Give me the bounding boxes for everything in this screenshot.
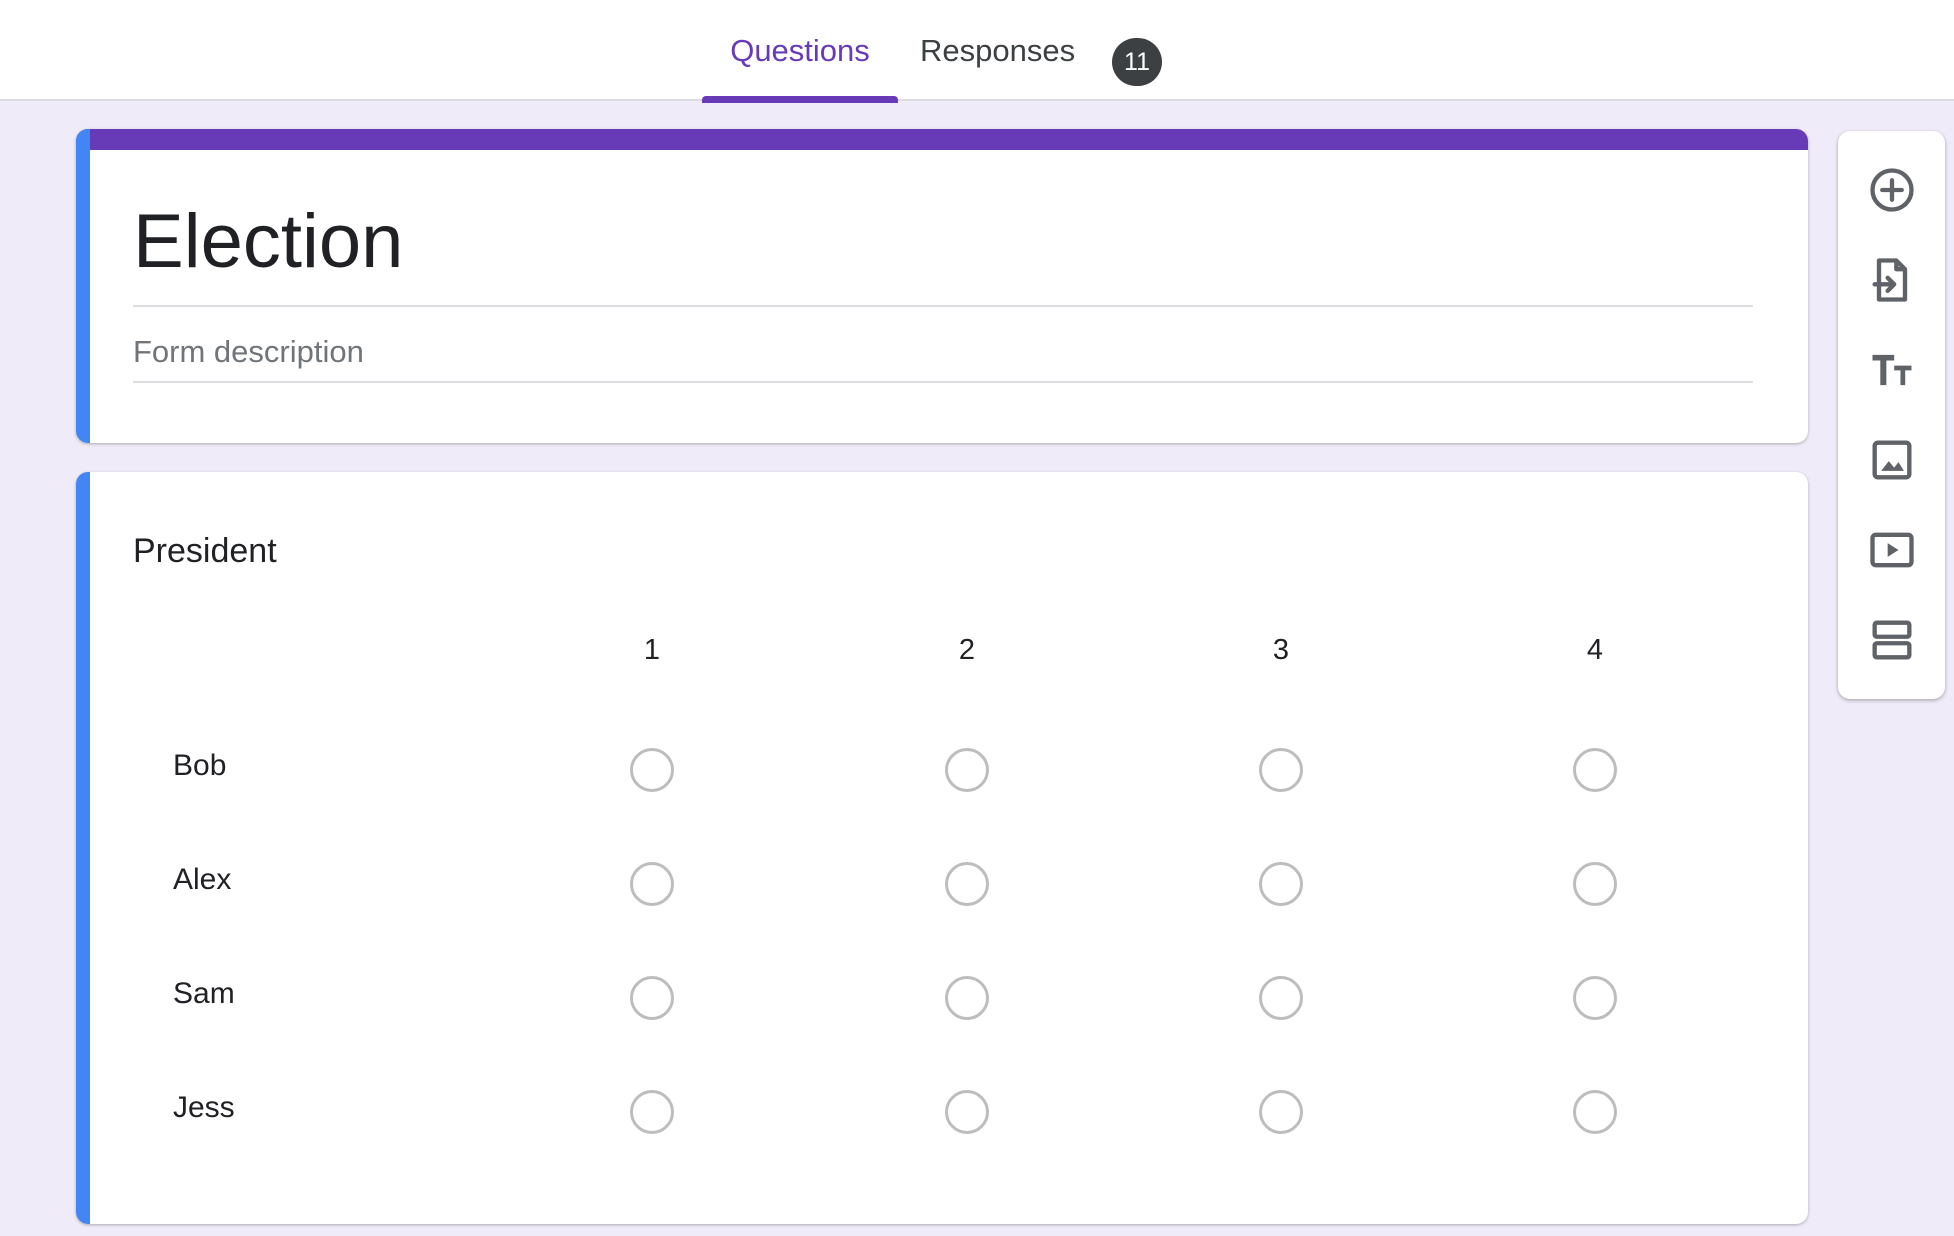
form-title[interactable]: Election: [133, 204, 403, 280]
question-title[interactable]: President: [133, 532, 277, 571]
grid-radio[interactable]: [1259, 862, 1303, 906]
grid-radio[interactable]: [1573, 862, 1617, 906]
responses-count-badge: 11: [1112, 38, 1162, 86]
grid-radio[interactable]: [1573, 976, 1617, 1020]
grid-radio[interactable]: [1259, 1090, 1303, 1134]
tab-responses-label: Responses: [920, 32, 1076, 68]
add-image-icon: [1872, 440, 1912, 480]
add-video-button[interactable]: [1857, 515, 1927, 585]
grid-radio[interactable]: [1573, 748, 1617, 792]
grid-radio[interactable]: [1259, 976, 1303, 1020]
grid-column-header: 4: [1586, 634, 1604, 666]
grid-row-label: Jess: [173, 1091, 235, 1124]
grid-radio[interactable]: [630, 862, 674, 906]
grid-radio[interactable]: [945, 976, 989, 1020]
question-toolbar: [1838, 131, 1945, 699]
tab-questions-label: Questions: [730, 32, 870, 68]
selected-card-accent: [76, 472, 90, 1224]
import-questions-button[interactable]: [1857, 245, 1927, 315]
grid-column-header: 3: [1272, 634, 1290, 666]
form-header-card[interactable]: Election Form description: [76, 129, 1808, 443]
grid-column-header: 1: [643, 634, 661, 666]
title-underline: [133, 305, 1753, 307]
grid-radio[interactable]: [1259, 748, 1303, 792]
add-image-button[interactable]: [1857, 425, 1927, 495]
grid-radio[interactable]: [630, 976, 674, 1020]
description-underline: [133, 381, 1753, 383]
add-question-button[interactable]: [1857, 155, 1927, 225]
tab-questions[interactable]: Questions: [702, 0, 898, 103]
grid-radio[interactable]: [945, 748, 989, 792]
grid-radio[interactable]: [630, 1090, 674, 1134]
import-questions-icon: [1872, 258, 1908, 302]
form-description-field[interactable]: Form description: [133, 334, 364, 370]
grid-column-header: 2: [958, 634, 976, 666]
tab-bar: Questions Responses 11: [0, 0, 1954, 103]
grid-radio[interactable]: [630, 748, 674, 792]
header-color-stripe: [76, 129, 1808, 150]
add-title-button[interactable]: [1857, 335, 1927, 405]
selected-card-accent: [76, 129, 90, 443]
grid-row-label: Sam: [173, 977, 235, 1010]
add-video-icon: [1870, 532, 1914, 568]
grid-radio[interactable]: [1573, 1090, 1617, 1134]
add-section-button[interactable]: [1857, 605, 1927, 675]
add-question-icon: [1870, 168, 1914, 212]
grid-row-label: Bob: [173, 749, 227, 782]
grid-row-label: Alex: [173, 863, 232, 896]
active-tab-indicator: [702, 96, 898, 103]
add-section-icon: [1872, 620, 1912, 660]
add-title-icon: [1872, 354, 1912, 386]
grid-radio[interactable]: [945, 1090, 989, 1134]
question-card-grid[interactable]: President 1 2 3 4 Bob Alex Sam Jess: [76, 472, 1808, 1224]
grid-radio[interactable]: [945, 862, 989, 906]
